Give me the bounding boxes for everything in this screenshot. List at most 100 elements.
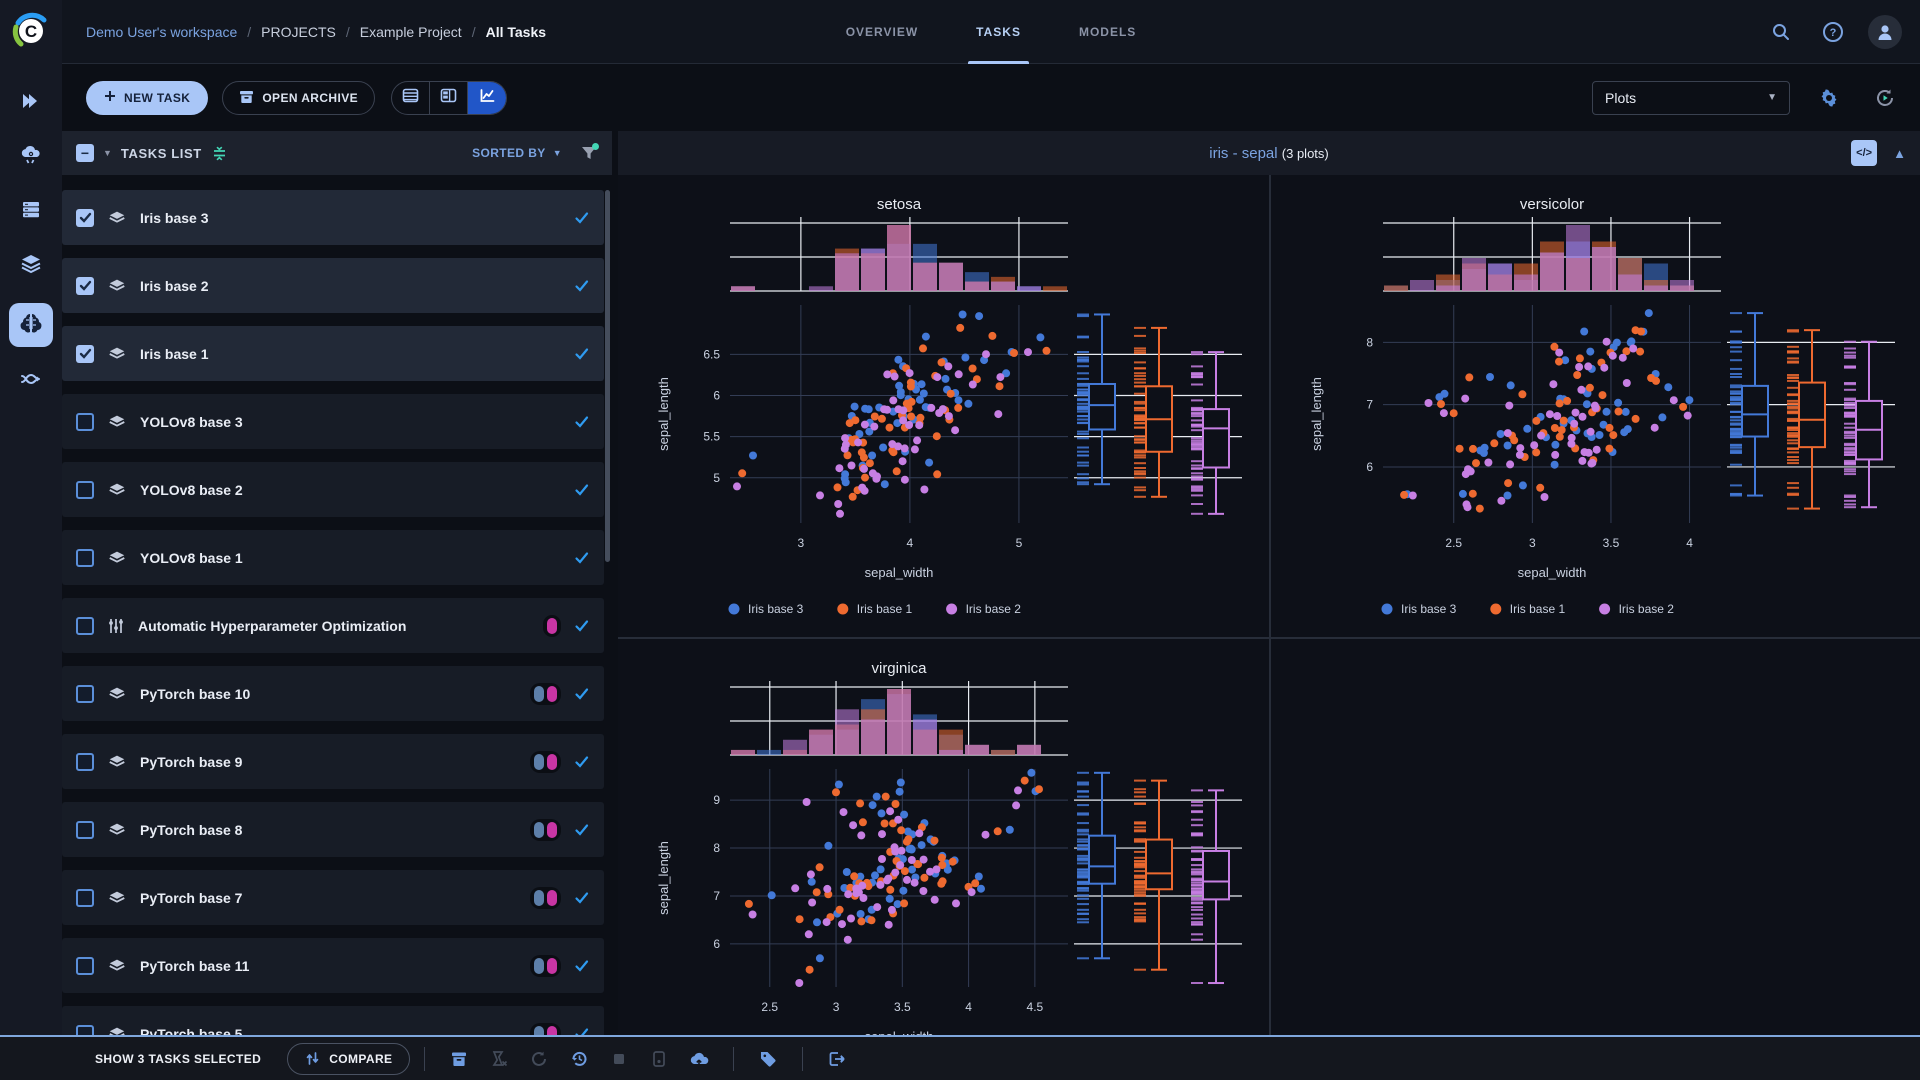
tune-icon[interactable] [211, 145, 228, 162]
svg-text:Iris base 2: Iris base 2 [966, 602, 1022, 616]
svg-text:3: 3 [1529, 536, 1536, 550]
task-checkbox[interactable] [76, 889, 94, 907]
select-menu-caret-icon[interactable]: ▼ [103, 148, 112, 158]
nav-workers-queues[interactable] [9, 189, 53, 233]
task-checkbox[interactable] [76, 209, 94, 227]
task-checkbox[interactable] [76, 753, 94, 771]
clearml-logo[interactable]: C [11, 11, 51, 51]
table-view-button[interactable] [392, 82, 430, 114]
selection-footer: SHOW 3 TASKS SELECTED COMPARE [0, 1035, 1920, 1080]
badge-pill-slate [534, 890, 544, 906]
settings-gear-icon[interactable] [1812, 81, 1846, 115]
tasks-list: Iris base 3 Iris base 2 Iris base 1 YOLO… [62, 190, 604, 1074]
abort-children-icon[interactable] [479, 1043, 519, 1075]
sorted-by-control[interactable]: SORTED BY ▼ [472, 146, 562, 160]
selected-count-label[interactable]: SHOW 3 TASKS SELECTED [95, 1052, 261, 1066]
svg-text:Iris base 1: Iris base 1 [857, 602, 913, 616]
search-icon[interactable] [1764, 15, 1798, 49]
nav-applications[interactable] [9, 81, 53, 125]
abort-icon[interactable] [599, 1043, 639, 1075]
archive-action-icon[interactable] [439, 1043, 479, 1075]
metric-view-dropdown[interactable]: Plots ▼ [1592, 81, 1790, 115]
task-checkbox[interactable] [76, 821, 94, 839]
nav-deploy[interactable] [9, 135, 53, 179]
task-row[interactable]: YOLOv8 base 2 [62, 462, 604, 517]
nav-datasets[interactable] [9, 243, 53, 287]
task-name[interactable]: Iris base 1 [140, 346, 209, 362]
reset-icon[interactable] [519, 1043, 559, 1075]
task-row[interactable]: YOLOv8 base 3 [62, 394, 604, 449]
task-checkbox[interactable] [76, 957, 94, 975]
task-name[interactable]: Iris base 2 [140, 278, 209, 294]
split-view-button[interactable] [430, 82, 468, 114]
completed-check-icon [574, 822, 590, 838]
select-all-checkbox[interactable]: − [76, 144, 94, 162]
tasks-list-scrollbar[interactable] [605, 190, 610, 562]
task-name[interactable]: Iris base 3 [140, 210, 209, 226]
task-name[interactable]: PyTorch base 11 [140, 958, 249, 974]
badge-pill-slate [534, 754, 544, 770]
upload-cloud-icon[interactable] [679, 1043, 719, 1075]
embed-code-icon[interactable]: </> [1851, 140, 1877, 166]
svg-text:2.5: 2.5 [1445, 536, 1462, 550]
task-checkbox[interactable] [76, 549, 94, 567]
task-row[interactable]: PyTorch base 11 [62, 938, 604, 993]
brain-icon [19, 311, 43, 340]
plot-view-button[interactable] [468, 82, 506, 114]
publish-icon[interactable] [639, 1043, 679, 1075]
svg-text:?: ? [1830, 27, 1837, 39]
nav-pipelines[interactable] [9, 359, 53, 403]
tab-models[interactable]: MODELS [1079, 0, 1136, 64]
svg-text:5: 5 [713, 471, 720, 485]
completed-check-icon [574, 278, 590, 294]
svg-text:6: 6 [1366, 460, 1373, 474]
task-name[interactable]: YOLOv8 base 2 [140, 482, 243, 498]
task-checkbox[interactable] [76, 617, 94, 635]
task-row[interactable]: PyTorch base 7 [62, 870, 604, 925]
task-row[interactable]: PyTorch base 9 [62, 734, 604, 789]
task-row[interactable]: PyTorch base 8 [62, 802, 604, 857]
task-checkbox[interactable] [76, 481, 94, 499]
history-icon[interactable] [559, 1043, 599, 1075]
task-type-icon [107, 956, 127, 976]
task-row[interactable]: YOLOv8 base 1 [62, 530, 604, 585]
task-name[interactable]: YOLOv8 base 3 [140, 414, 243, 430]
dropdown-value: Plots [1605, 90, 1636, 106]
move-to-project-icon[interactable] [817, 1043, 857, 1075]
chevron-up-icon[interactable]: ▲ [1893, 146, 1906, 161]
open-archive-button[interactable]: OPEN ARCHIVE [222, 81, 375, 115]
compare-button[interactable]: COMPARE [287, 1043, 410, 1075]
task-checkbox[interactable] [76, 413, 94, 431]
tab-overview[interactable]: OVERVIEW [846, 0, 918, 64]
auto-refresh-icon[interactable] [1868, 81, 1902, 115]
filter-icon[interactable] [580, 144, 598, 162]
task-name[interactable]: PyTorch base 10 [140, 686, 250, 702]
svg-text:4: 4 [965, 1000, 972, 1014]
task-row[interactable]: Iris base 1 [62, 326, 604, 381]
help-icon[interactable]: ? [1816, 15, 1850, 49]
nav-projects[interactable] [9, 303, 53, 347]
new-task-button[interactable]: NEW TASK [86, 81, 208, 115]
task-type-icon [107, 684, 127, 704]
task-type-icon [107, 820, 127, 840]
plot-grid-divider-horizontal [618, 637, 1920, 639]
task-checkbox[interactable] [76, 345, 94, 363]
task-type-icon [107, 480, 127, 500]
task-row[interactable]: Iris base 2 [62, 258, 604, 313]
tag-icon[interactable] [748, 1043, 788, 1075]
task-name[interactable]: PyTorch base 8 [140, 822, 242, 838]
jointplot-virginica[interactable]: 2.533.544.56789sepal_widthsepal_lengthvi… [620, 641, 1265, 1080]
jointplot-setosa[interactable]: 34555.566.5sepal_widthsepal_lengthsetosa… [620, 177, 1265, 635]
task-row[interactable]: PyTorch base 10 [62, 666, 604, 721]
task-checkbox[interactable] [76, 277, 94, 295]
task-row[interactable]: Iris base 3 [62, 190, 604, 245]
task-checkbox[interactable] [76, 685, 94, 703]
jointplot-versicolor[interactable]: 2.533.54678sepal_widthsepal_lengthversic… [1273, 177, 1918, 635]
task-name[interactable]: Automatic Hyperparameter Optimization [138, 618, 406, 634]
task-name[interactable]: YOLOv8 base 1 [140, 550, 243, 566]
user-avatar[interactable] [1868, 15, 1902, 49]
tab-tasks[interactable]: TASKS [976, 0, 1021, 64]
task-name[interactable]: PyTorch base 9 [140, 754, 242, 770]
task-row[interactable]: Automatic Hyperparameter Optimization [62, 598, 604, 653]
task-name[interactable]: PyTorch base 7 [140, 890, 242, 906]
